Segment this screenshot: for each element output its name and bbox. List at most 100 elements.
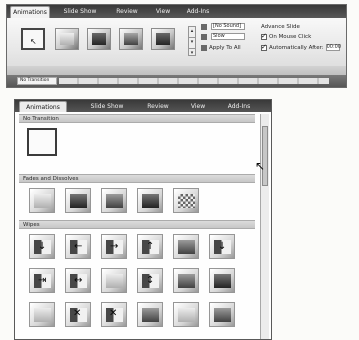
scroll-down-icon[interactable]: ▾ — [189, 38, 195, 49]
gallery-no-transition[interactable] — [27, 128, 57, 156]
gallery-wipe-up[interactable]: ↑ — [137, 234, 163, 259]
panel-tab-review[interactable]: Review — [143, 101, 173, 112]
gallery-scroll[interactable]: ▴ ▾ ▾ — [188, 26, 196, 56]
transition-thumb-fade-black[interactable] — [87, 28, 111, 50]
box-out-icon — [214, 274, 231, 288]
more-icon[interactable]: ▾ — [189, 49, 195, 59]
transition-strip — [59, 78, 329, 84]
sound-dropdown[interactable]: [No Sound] — [211, 23, 245, 30]
gallery-shape-plus[interactable] — [209, 302, 235, 327]
gallery-wedge[interactable] — [173, 234, 199, 259]
tab-review[interactable]: Review — [112, 6, 142, 18]
cut-icon — [124, 33, 138, 45]
box-in-icon — [178, 274, 195, 288]
auto-after-input[interactable]: 00:00 — [325, 44, 341, 51]
arrow-up-icon: ↑ — [146, 241, 155, 252]
arrow-updown-icon: ↕ — [146, 275, 155, 286]
section-no-transition: No Transition — [19, 114, 255, 123]
gallery-split-horizontal[interactable]: ↕ — [137, 268, 163, 293]
gallery-cut[interactable] — [101, 188, 127, 213]
sound-icon — [201, 23, 207, 30]
cross-arrows-icon: ✕ — [73, 308, 82, 319]
section-fades-dissolves: Fades and Dissolves — [19, 174, 255, 183]
dissolve-icon — [178, 194, 195, 208]
auto-after-option[interactable]: Automatically After:00:00 — [261, 43, 341, 52]
gallery-scrollbar[interactable] — [260, 114, 269, 339]
slide-strip: No Transition — [7, 75, 346, 87]
panel-tab-bar: Animations Slide Show Review View Add-In… — [15, 100, 271, 112]
gallery-clock[interactable]: ✕ — [101, 302, 127, 327]
gallery-wipe-down[interactable]: ↓ — [29, 234, 55, 259]
diamond-icon — [178, 308, 195, 322]
panel-tab-animations[interactable]: Animations — [19, 101, 67, 112]
cut-black-icon — [142, 194, 159, 208]
speed-icon — [201, 33, 207, 40]
cut-black-icon — [156, 33, 170, 45]
scrollbar-thumb[interactable] — [262, 126, 268, 186]
gallery-fade-through-black[interactable] — [65, 188, 91, 213]
mouse-cursor-icon: ↖ — [255, 159, 266, 173]
gallery-cut-through-black[interactable] — [137, 188, 163, 213]
plus-icon — [214, 308, 231, 322]
panel-tab-view[interactable]: View — [187, 101, 209, 112]
gallery-shape-circle[interactable] — [137, 302, 163, 327]
tab-add-ins[interactable]: Add-Ins — [183, 6, 213, 18]
cut-icon — [106, 194, 123, 208]
pointer-icon: ↖ — [30, 37, 37, 46]
fade-icon — [60, 33, 74, 45]
on-mouse-click-option[interactable]: On Mouse Click — [261, 32, 312, 41]
gallery-wheel[interactable]: ✕ — [65, 302, 91, 327]
transition-group: ↖ ▴ ▾ ▾ [No Sound] Slow Apply To All Adv… — [7, 18, 346, 68]
arrow-down-icon: ↓ — [218, 241, 227, 252]
arrow-split-out-icon: ↔ — [74, 275, 83, 286]
wedge-icon — [178, 240, 195, 254]
gallery-dissolve[interactable] — [173, 188, 199, 213]
transition-gallery: No Transition Fades and Dissolves Wipes … — [17, 114, 257, 339]
group-label — [7, 66, 346, 75]
transition-thumb-fade[interactable] — [55, 28, 79, 50]
circle-icon — [142, 308, 159, 322]
gallery-split-vertical-in[interactable]: ⇥ — [29, 268, 55, 293]
no-transition-chip[interactable]: No Transition — [17, 77, 57, 85]
scroll-up-icon[interactable]: ▴ — [189, 27, 195, 38]
on-mouse-click-checkbox[interactable] — [261, 32, 267, 40]
apply-all-icon — [201, 44, 207, 51]
gallery-fade-smoothly[interactable] — [29, 188, 55, 213]
speed-dropdown[interactable]: Slow — [211, 33, 245, 40]
transition-thumb-cut[interactable] — [119, 28, 143, 50]
apply-to-all-button[interactable]: Apply To All — [201, 44, 241, 52]
gallery-uncover-up[interactable] — [101, 268, 127, 293]
transition-gallery-panel: Animations Slide Show Review View Add-In… — [14, 99, 272, 340]
transition-thumb-cut-black[interactable] — [151, 28, 175, 50]
on-mouse-click-label: On Mouse Click — [269, 34, 312, 40]
strips-icon — [34, 308, 51, 322]
gallery-split-vertical-out[interactable]: ↔ — [65, 268, 91, 293]
panel-tab-add-ins[interactable]: Add-Ins — [223, 101, 255, 112]
gallery-shape-diamond[interactable] — [173, 302, 199, 327]
apply-to-all-label: Apply To All — [209, 45, 241, 51]
ribbon-tab-bar: Animations Slide Show Review View Add-In… — [7, 5, 346, 18]
gallery-wipe-right[interactable]: → — [101, 234, 127, 259]
advance-slide-label: Advance Slide — [261, 24, 300, 30]
gallery-box-in[interactable] — [173, 268, 199, 293]
speed-row: Slow — [201, 33, 245, 41]
fade-black-icon — [70, 194, 87, 208]
panel-tab-slide-show[interactable]: Slide Show — [85, 101, 129, 112]
tab-slide-show[interactable]: Slide Show — [59, 6, 101, 18]
arrow-split-in-icon: ⇥ — [38, 275, 47, 286]
tab-view[interactable]: View — [152, 6, 174, 18]
cross-arrows-icon: ✕ — [109, 308, 118, 319]
arrow-down-icon: ↓ — [38, 241, 47, 252]
auto-after-checkbox[interactable] — [261, 43, 267, 51]
fade-smoothly-icon — [34, 194, 51, 208]
gallery-strips-left-down[interactable] — [29, 302, 55, 327]
gallery-uncover-down[interactable]: ↓ — [209, 234, 235, 259]
tab-animations[interactable]: Animations — [10, 6, 50, 18]
gallery-box-out[interactable] — [209, 268, 235, 293]
uncover-icon — [106, 274, 123, 288]
gallery-wipe-left[interactable]: ← — [65, 234, 91, 259]
ribbon: Animations Slide Show Review View Add-In… — [6, 4, 347, 88]
arrow-left-icon: ← — [74, 241, 83, 252]
transition-thumb-none[interactable]: ↖ — [21, 28, 45, 50]
arrow-right-icon: → — [110, 241, 119, 252]
